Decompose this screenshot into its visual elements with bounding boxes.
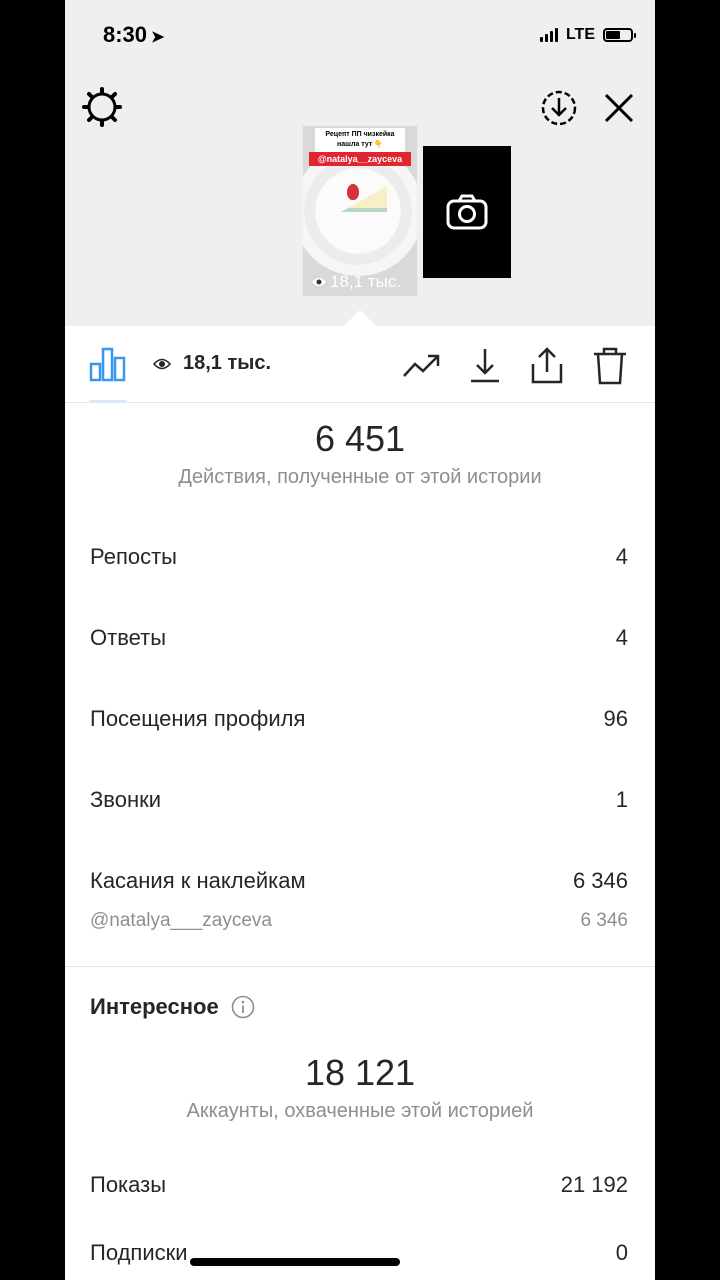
story-caption: Рецепт ПП чизкейка нашла тут 👇 xyxy=(315,128,405,152)
status-indicators: LTE xyxy=(539,26,636,44)
section-divider xyxy=(65,966,655,967)
network-label: LTE xyxy=(565,26,595,43)
selection-pointer xyxy=(344,310,376,326)
metric-row-reposts: Репосты 4 xyxy=(90,544,628,569)
close-icon[interactable] xyxy=(599,88,639,128)
story-insights-screen: 8:30 ➤ LTE Рецепт ПП чизкейка нашла тут … xyxy=(65,0,655,1280)
active-tab-indicator xyxy=(89,400,127,403)
metric-row-calls: Звонки 1 xyxy=(90,787,628,812)
metric-row-replies: Ответы 4 xyxy=(90,625,628,650)
signal-icon xyxy=(539,28,558,42)
insights-toolbar: 18,1 тыс. xyxy=(65,326,655,403)
reach-total: 18 121 xyxy=(304,1052,416,1093)
strawberry-image xyxy=(347,184,359,200)
toolbar-views: 18,1 тыс. xyxy=(153,352,271,375)
story-mention-sticker: @natalya__zayceva xyxy=(309,152,411,166)
battery-icon xyxy=(603,28,636,42)
eye-icon xyxy=(312,278,326,286)
save-story-icon[interactable] xyxy=(539,88,579,128)
actions-total: 6 451 xyxy=(314,418,406,459)
story-views: 18,1 тыс. xyxy=(311,272,401,292)
download-icon[interactable] xyxy=(465,346,505,386)
metric-row-profile-visits: Посещения профиля 96 xyxy=(90,706,628,731)
insights-bar-chart-icon[interactable] xyxy=(89,346,127,382)
discovery-section-title: Интересное xyxy=(90,994,255,1020)
settings-icon[interactable] xyxy=(81,86,123,128)
actions-caption: Действия, полученные от этой истории xyxy=(178,466,542,488)
add-story-tile[interactable] xyxy=(423,146,511,278)
metric-row-sticker-taps: Касания к наклейкам 6 346 xyxy=(90,868,628,893)
home-indicator[interactable] xyxy=(190,1258,400,1266)
metric-row-impressions: Показы 21 192 xyxy=(90,1172,628,1197)
reach-caption: Аккаунты, охваченные этой историей xyxy=(186,1100,534,1122)
story-header-area: 8:30 ➤ LTE Рецепт ПП чизкейка нашла тут … xyxy=(65,0,655,326)
info-icon[interactable] xyxy=(231,995,255,1019)
promote-trend-icon[interactable] xyxy=(401,346,441,386)
story-thumbnail[interactable]: Рецепт ПП чизкейка нашла тут 👇 @natalya_… xyxy=(303,126,417,296)
eye-icon xyxy=(153,358,171,369)
share-icon[interactable] xyxy=(527,346,567,386)
camera-icon xyxy=(446,194,488,230)
delete-trash-icon[interactable] xyxy=(590,346,630,386)
status-time: 8:30 ➤ xyxy=(103,22,165,47)
metric-row-sticker-mention: @natalya___zayceva 6 346 xyxy=(90,910,628,931)
